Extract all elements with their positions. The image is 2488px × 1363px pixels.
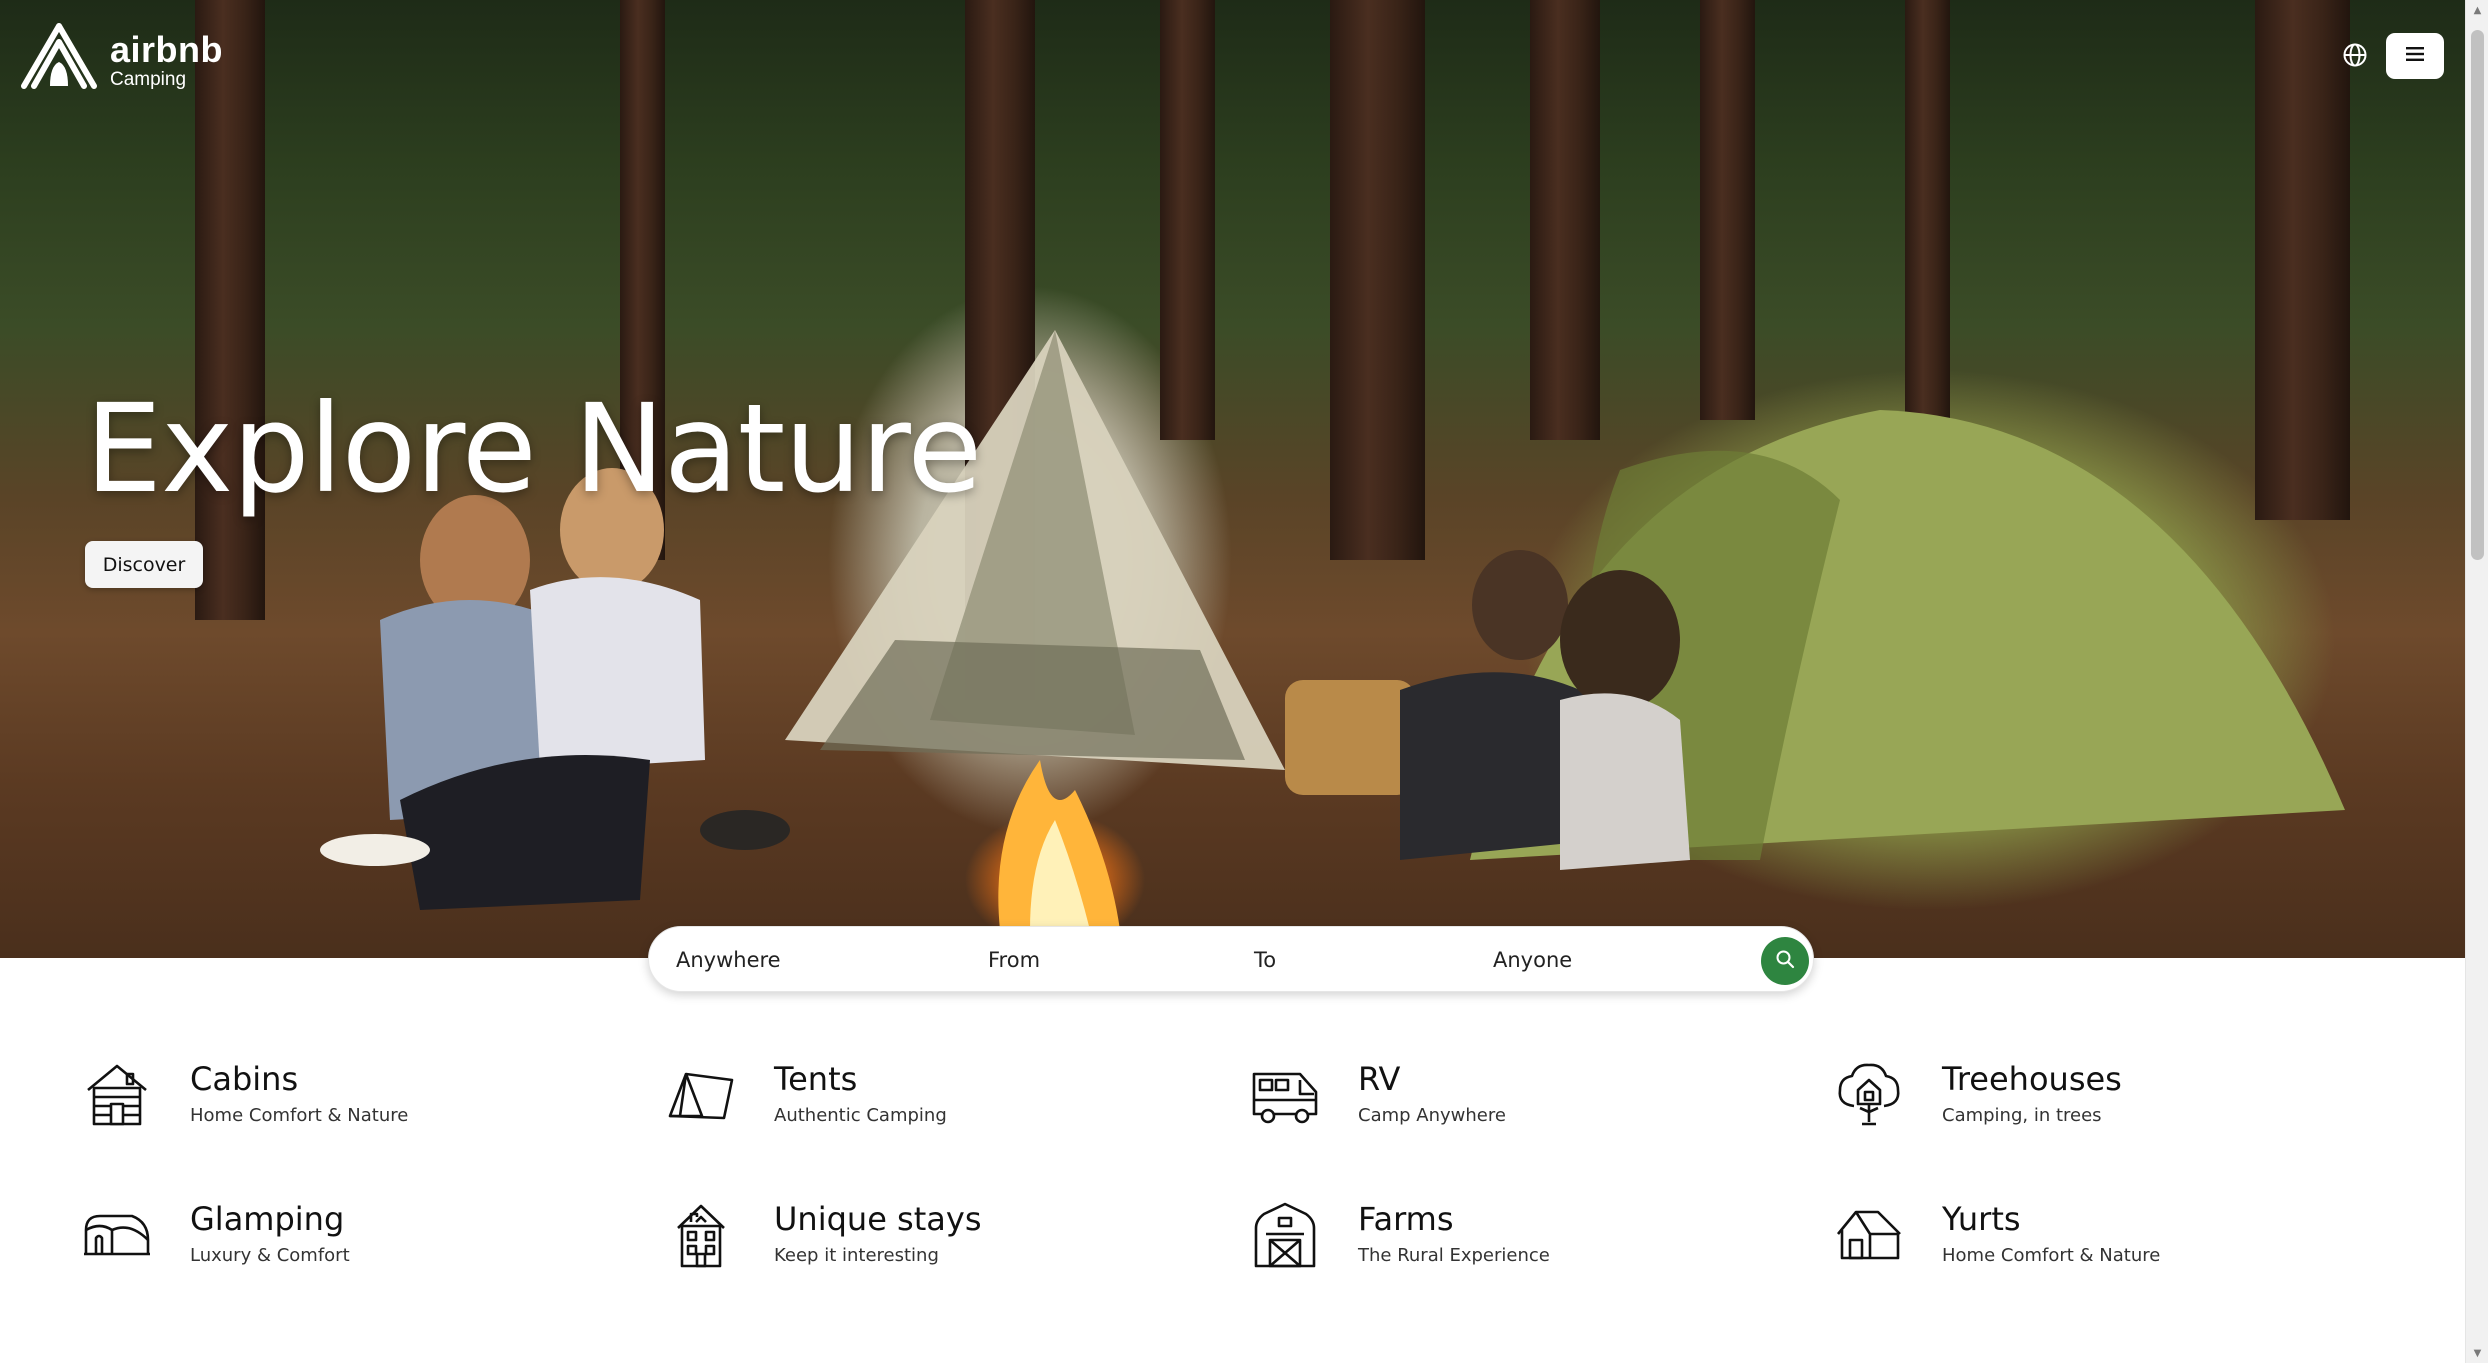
location-field[interactable]: Anywhere bbox=[676, 927, 781, 993]
category-title: Unique stays bbox=[774, 1200, 982, 1238]
category-glamping[interactable]: Glamping Luxury & Comfort bbox=[82, 1200, 350, 1270]
vertical-scrollbar[interactable]: ▲ ▼ bbox=[2465, 0, 2488, 1363]
category-cabins[interactable]: Cabins Home Comfort & Nature bbox=[82, 1060, 408, 1130]
scrollbar-thumb[interactable] bbox=[2471, 30, 2484, 560]
category-subtitle: Keep it interesting bbox=[774, 1245, 939, 1267]
globe-icon[interactable] bbox=[2342, 42, 2368, 68]
top-navigation: airbnb Camping bbox=[0, 0, 2465, 110]
hero-section: airbnb Camping Explore Nature Discover bbox=[0, 0, 2465, 958]
check-out-field[interactable]: To bbox=[1254, 927, 1276, 993]
search-button[interactable] bbox=[1761, 937, 1809, 985]
category-treehouses[interactable]: Treehouses Camping, in trees bbox=[1834, 1060, 2122, 1130]
category-subtitle: Home Comfort & Nature bbox=[1942, 1245, 2161, 1267]
category-tents[interactable]: Tents Authentic Camping bbox=[666, 1060, 947, 1130]
category-title: Yurts bbox=[1942, 1200, 2021, 1238]
brand-tagline: Camping bbox=[110, 69, 187, 90]
discover-button[interactable]: Discover bbox=[85, 541, 203, 588]
category-subtitle: Authentic Camping bbox=[774, 1105, 947, 1127]
search-bar: Anywhere From To Anyone bbox=[648, 926, 1814, 992]
category-title: Glamping bbox=[190, 1200, 345, 1238]
unique-stays-icon bbox=[666, 1200, 736, 1270]
category-title: Cabins bbox=[190, 1060, 299, 1098]
search-icon bbox=[1775, 949, 1795, 973]
category-subtitle: The Rural Experience bbox=[1358, 1245, 1550, 1267]
brand-logo[interactable]: airbnb Camping bbox=[20, 22, 223, 90]
guests-field[interactable]: Anyone bbox=[1493, 927, 1572, 993]
category-farms[interactable]: Farms The Rural Experience bbox=[1250, 1200, 1550, 1270]
category-title: Farms bbox=[1358, 1200, 1454, 1238]
tent-icon bbox=[666, 1060, 736, 1130]
category-subtitle: Home Comfort & Nature bbox=[190, 1105, 409, 1127]
category-subtitle: Luxury & Comfort bbox=[190, 1245, 350, 1267]
category-subtitle: Camping, in trees bbox=[1942, 1105, 2102, 1127]
scroll-up-arrow-icon[interactable]: ▲ bbox=[2466, 0, 2488, 20]
menu-button[interactable] bbox=[2386, 33, 2444, 79]
hero-title: Explore Nature bbox=[85, 378, 982, 520]
yurt-icon bbox=[1834, 1200, 1904, 1270]
brand-name: airbnb bbox=[110, 29, 224, 70]
category-yurts[interactable]: Yurts Home Comfort & Nature bbox=[1834, 1200, 2160, 1270]
hamburger-menu-icon bbox=[2406, 46, 2424, 66]
check-in-field[interactable]: From bbox=[988, 927, 1040, 993]
category-subtitle: Camp Anywhere bbox=[1358, 1105, 1506, 1127]
category-rv[interactable]: RV Camp Anywhere bbox=[1250, 1060, 1506, 1130]
treehouse-icon bbox=[1834, 1060, 1904, 1130]
category-unique-stays[interactable]: Unique stays Keep it interesting bbox=[666, 1200, 981, 1270]
barn-icon bbox=[1250, 1200, 1320, 1270]
glamping-icon bbox=[82, 1200, 152, 1270]
cabin-icon bbox=[82, 1060, 152, 1130]
tent-logo-icon bbox=[20, 22, 98, 90]
category-title: RV bbox=[1358, 1060, 1401, 1098]
scroll-down-arrow-icon[interactable]: ▼ bbox=[2466, 1343, 2488, 1363]
category-title: Tents bbox=[774, 1060, 858, 1098]
rv-icon bbox=[1250, 1060, 1320, 1130]
category-title: Treehouses bbox=[1942, 1060, 2122, 1098]
